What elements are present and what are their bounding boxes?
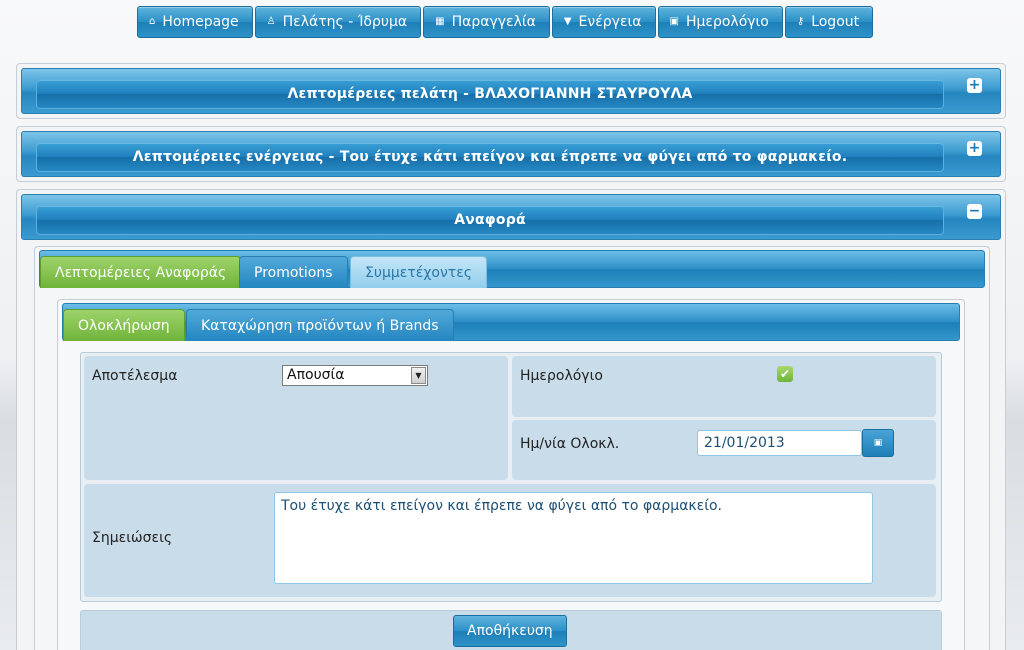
action-details-header[interactable]: Λεπτομέρειες ενέργειας - Του έτυχε κάτι … (21, 131, 1001, 177)
chevron-down-icon[interactable]: ▼ (411, 367, 426, 384)
save-button[interactable]: Αποθήκευση (453, 615, 567, 647)
result-label: Αποτέλεσμα (92, 368, 178, 384)
completion-date-input[interactable]: 21/01/2013 (697, 430, 862, 456)
nav-action-button[interactable]: ▼ Ενέργεια (551, 6, 656, 38)
client-details-header[interactable]: Λεπτομέρειες πελάτη - ΒΛΑΧΟΓΙΑΝΝΗ ΣΤΑΥΡΟ… (21, 68, 1001, 114)
nav-homepage-button[interactable]: ⌂ Homepage (137, 6, 253, 38)
nav-client-label: Πελάτης - Ίδρυμα (282, 14, 408, 30)
collapse-icon[interactable]: − (967, 204, 982, 219)
calendar-label: Ημερολόγιο (520, 368, 603, 384)
notes-label: Σημειώσεις (92, 530, 173, 546)
nav-action-label: Ενέργεια (578, 14, 642, 30)
nav-client-button[interactable]: ♙ Πελάτης - Ίδρυμα (254, 6, 422, 38)
expand-icon[interactable]: + (967, 141, 982, 156)
tab-products-brands[interactable]: Καταχώρηση προϊόντων ή Brands (186, 309, 454, 341)
action-details-panel: Λεπτομέρειες ενέργειας - Του έτυχε κάτι … (16, 126, 1006, 182)
cart-icon: ▦ (435, 16, 445, 27)
completion-date-label: Ημ/νία Ολοκλ. (520, 436, 620, 452)
calendar-checkbox[interactable]: ✔ (777, 366, 793, 382)
completion-section: Ολοκλήρωση Καταχώρηση προϊόντων ή Brands… (57, 299, 965, 650)
tab-report-details[interactable]: Λεπτομέρειες Αναφοράς (40, 256, 242, 288)
report-title: Αναφορά (36, 205, 944, 235)
tab-promotions[interactable]: Promotions (239, 256, 348, 288)
client-details-title: Λεπτομέρειες πελάτη - ΒΛΑΧΟΓΙΑΝΝΗ ΣΤΑΥΡΟ… (36, 79, 944, 109)
nav-calendar-label: Ημερολόγιο (685, 14, 769, 30)
completion-form: Αποτέλεσμα Απουσία ▼ Ημερολόγιο ✔ Ημ/νία… (80, 352, 942, 602)
outer-tab-bar: Λεπτομέρειες Αναφοράς Promotions Συμμετέ… (39, 250, 985, 288)
user-icon: ♙ (266, 16, 276, 27)
tab-completion[interactable]: Ολοκλήρωση (63, 309, 185, 341)
report-header[interactable]: Αναφορά − (21, 194, 1001, 240)
caret-down-icon: ▼ (563, 16, 572, 27)
result-select[interactable]: Απουσία ▼ (282, 365, 428, 386)
nav-homepage-label: Homepage (162, 14, 239, 30)
action-details-title: Λεπτομέρειες ενέργειας - Του έτυχε κάτι … (36, 142, 944, 172)
completion-date-cell: Ημ/νία Ολοκλ. 21/01/2013 ▣ (512, 420, 936, 480)
expand-icon[interactable]: + (967, 78, 982, 93)
form-actions-bar: Αποθήκευση (80, 610, 942, 650)
nav-order-label: Παραγγελία (451, 14, 536, 30)
result-cell: Αποτέλεσμα Απουσία ▼ (84, 356, 508, 480)
top-navigation: ⌂ Homepage ♙ Πελάτης - Ίδρυμα ▦ Παραγγελ… (137, 6, 874, 38)
notes-cell: Σημειώσεις Του έτυχε κάτι επείγον και έπ… (84, 484, 936, 597)
key-icon: ⚷ (796, 16, 805, 27)
nav-logout-button[interactable]: ⚷ Logout (784, 6, 874, 38)
calendar-cell: Ημερολόγιο ✔ (512, 356, 936, 417)
calendar-icon: ▣ (669, 16, 679, 27)
report-body: Λεπτομέρειες Αναφοράς Promotions Συμμετέ… (34, 246, 990, 650)
result-select-value: Απουσία (287, 367, 345, 383)
tab-participants[interactable]: Συμμετέχοντες (350, 256, 488, 288)
client-details-panel: Λεπτομέρειες πελάτη - ΒΛΑΧΟΓΙΑΝΝΗ ΣΤΑΥΡΟ… (16, 63, 1006, 119)
notes-textarea[interactable]: Του έτυχε κάτι επείγον και έπρεπε να φύγ… (274, 492, 873, 584)
home-icon: ⌂ (149, 16, 156, 27)
nav-calendar-button[interactable]: ▣ Ημερολόγιο (657, 6, 783, 38)
calendar-icon[interactable]: ▣ (862, 429, 894, 457)
nav-order-button[interactable]: ▦ Παραγγελία (423, 6, 550, 38)
nav-logout-label: Logout (811, 14, 860, 30)
inner-tab-bar: Ολοκλήρωση Καταχώρηση προϊόντων ή Brands (62, 303, 960, 341)
